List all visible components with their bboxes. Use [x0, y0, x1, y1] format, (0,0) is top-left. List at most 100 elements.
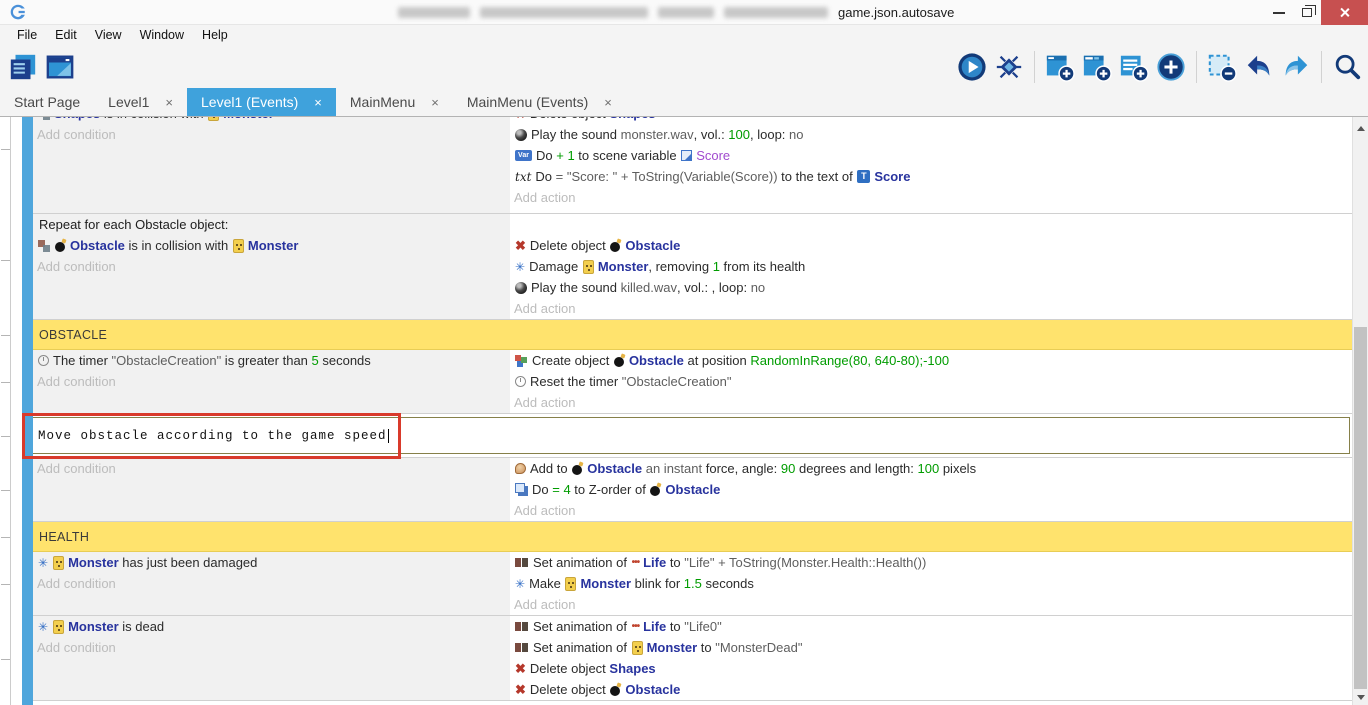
redo-icon[interactable]	[1279, 50, 1313, 84]
string-text: an instant	[642, 461, 706, 476]
add-circle-icon[interactable]	[1154, 50, 1188, 84]
toolbar-separator	[1196, 51, 1197, 83]
menu-window[interactable]: Window	[131, 28, 193, 42]
bomb-icon	[572, 462, 583, 475]
tab-close-icon[interactable]: ×	[431, 95, 439, 110]
tab-close-icon[interactable]: ×	[314, 95, 322, 110]
action-line[interactable]: ✳Make Monster blink for 1.5 seconds	[510, 573, 1352, 594]
zorder-icon	[515, 483, 528, 496]
close-button[interactable]	[1321, 0, 1368, 25]
conditions-column: Obstacle is in collision with MonsterAdd…	[33, 235, 510, 319]
plain-text: to scene variable	[575, 148, 681, 163]
play-icon[interactable]	[955, 50, 989, 84]
window-controls	[1265, 0, 1368, 25]
scene-window-icon[interactable]	[43, 50, 77, 84]
action-line[interactable]: Do = 4 to Z-order of Obstacle	[510, 479, 1352, 500]
force-icon	[515, 463, 526, 474]
event-group-header[interactable]: HEALTH	[33, 522, 1352, 552]
damage-icon: ✳	[515, 578, 525, 590]
condition-line[interactable]: Shapes is in collision with Monster	[33, 117, 510, 124]
plain-text: force, angle:	[706, 461, 781, 476]
vertical-scrollbar[interactable]	[1352, 117, 1368, 705]
action-line[interactable]: Set animation of •••Life to "Life0"	[510, 616, 1352, 637]
bomb-icon	[610, 683, 621, 696]
add-condition-button[interactable]: Add condition	[33, 573, 510, 594]
toolbar-separator	[1034, 51, 1035, 83]
tab-label: Level1 (Events)	[201, 94, 298, 110]
add-condition-button[interactable]: Add condition	[33, 124, 510, 145]
project-manager-icon[interactable]	[6, 50, 40, 84]
add-action-button[interactable]: Add action	[510, 392, 1352, 413]
redacted-path-segment	[480, 7, 648, 18]
comment-event: Move obstacle according to the game spee…	[33, 414, 1352, 458]
add-action-button[interactable]: Add action	[510, 594, 1352, 615]
action-line[interactable]: Reset the timer "ObstacleCreation"	[510, 371, 1352, 392]
damage-icon: ✳	[515, 261, 525, 273]
tab-close-icon[interactable]: ×	[165, 95, 173, 110]
condition-line[interactable]: ✳Monster has just been damaged	[33, 552, 510, 573]
add-subevent-icon[interactable]	[1080, 50, 1114, 84]
action-line[interactable]: ✳Damage Monster, removing 1 from its hea…	[510, 256, 1352, 277]
minimize-button[interactable]	[1265, 0, 1293, 25]
tab-mainmenu[interactable]: MainMenu×	[336, 88, 453, 116]
event-group-header[interactable]: OBSTACLE	[33, 320, 1352, 350]
plain-text: Reset the timer	[530, 374, 622, 389]
foreach-event-header[interactable]: Repeat for each Obstacle object:	[33, 214, 1352, 235]
events-gutter	[0, 117, 22, 705]
menu-file[interactable]: File	[8, 28, 46, 42]
plain-text: degrees and length:	[795, 461, 917, 476]
event-selection-bar[interactable]	[22, 117, 33, 705]
action-line[interactable]: Add to Obstacle an instant force, angle:…	[510, 458, 1352, 479]
condition-line[interactable]: The timer "ObstacleCreation" is greater …	[33, 350, 510, 371]
event-row: Repeat for each Obstacle object:Obstacle…	[33, 214, 1352, 320]
action-line[interactable]: Create object Obstacle at position Rando…	[510, 350, 1352, 371]
add-action-button[interactable]: Add action	[510, 500, 1352, 521]
plain-text: Do	[532, 482, 552, 497]
add-condition-button[interactable]: Add condition	[33, 458, 510, 479]
scrollbar-up-button[interactable]	[1353, 120, 1368, 136]
add-condition-button[interactable]: Add condition	[33, 371, 510, 392]
tab-label: MainMenu (Events)	[467, 94, 588, 110]
action-line[interactable]: ✖Delete object Obstacle	[510, 235, 1352, 256]
scrollbar-down-button[interactable]	[1353, 689, 1368, 705]
scrollbar-thumb[interactable]	[1354, 327, 1367, 689]
tab-level1[interactable]: Level1×	[94, 88, 187, 116]
action-line[interactable]: Set animation of Monster to "MonsterDead…	[510, 637, 1352, 658]
plain-text: , vol.:	[694, 127, 729, 142]
action-line[interactable]: Set animation of •••Life to "Life" + ToS…	[510, 552, 1352, 573]
damage-icon: ✳	[38, 557, 48, 569]
add-event-icon[interactable]	[1043, 50, 1077, 84]
condition-line[interactable]: ✳Monster is dead	[33, 616, 510, 637]
undo-icon[interactable]	[1242, 50, 1276, 84]
menu-view[interactable]: View	[86, 28, 131, 42]
restore-button[interactable]	[1293, 0, 1321, 25]
plain-text: is greater than	[221, 353, 311, 368]
tab-start-page[interactable]: Start Page	[0, 88, 94, 116]
menu-help[interactable]: Help	[193, 28, 237, 42]
tab-close-icon[interactable]: ×	[604, 95, 612, 110]
action-line[interactable]: Play the sound killed.wav, vol.: , loop:…	[510, 277, 1352, 298]
remove-event-icon[interactable]	[1205, 50, 1239, 84]
debug-icon[interactable]	[992, 50, 1026, 84]
action-line[interactable]: txtDo = "Score: " + ToString(Variable(Sc…	[510, 166, 1352, 187]
comment-edit-input[interactable]: Move obstacle according to the game spee…	[33, 417, 1350, 454]
menu-edit[interactable]: Edit	[46, 28, 86, 42]
action-line[interactable]: VarDo + 1 to scene variable Score	[510, 145, 1352, 166]
plain-text: to Z-order of	[571, 482, 650, 497]
delete-icon: ✖	[515, 117, 526, 120]
add-action-button[interactable]: Add action	[510, 187, 1352, 208]
action-line[interactable]: ✖Delete object Shapes	[510, 658, 1352, 679]
search-icon[interactable]	[1330, 50, 1364, 84]
add-action-button[interactable]: Add action	[510, 298, 1352, 319]
add-condition-button[interactable]: Add condition	[33, 637, 510, 658]
action-line[interactable]: Play the sound monster.wav, vol.: 100, l…	[510, 124, 1352, 145]
event-row: ✳Monster has just been damagedAdd condit…	[33, 552, 1352, 616]
condition-line[interactable]: Obstacle is in collision with Monster	[33, 235, 510, 256]
add-condition-button[interactable]: Add condition	[33, 256, 510, 277]
tab-mainmenu-events[interactable]: MainMenu (Events) ×	[453, 88, 626, 116]
tab-level1-events[interactable]: Level1 (Events) ×	[187, 88, 336, 116]
action-line[interactable]: ✖Delete object Shapes	[510, 117, 1352, 124]
object-name: Monster	[647, 640, 698, 655]
action-line[interactable]: ✖Delete object Obstacle	[510, 679, 1352, 700]
add-comment-icon[interactable]	[1117, 50, 1151, 84]
